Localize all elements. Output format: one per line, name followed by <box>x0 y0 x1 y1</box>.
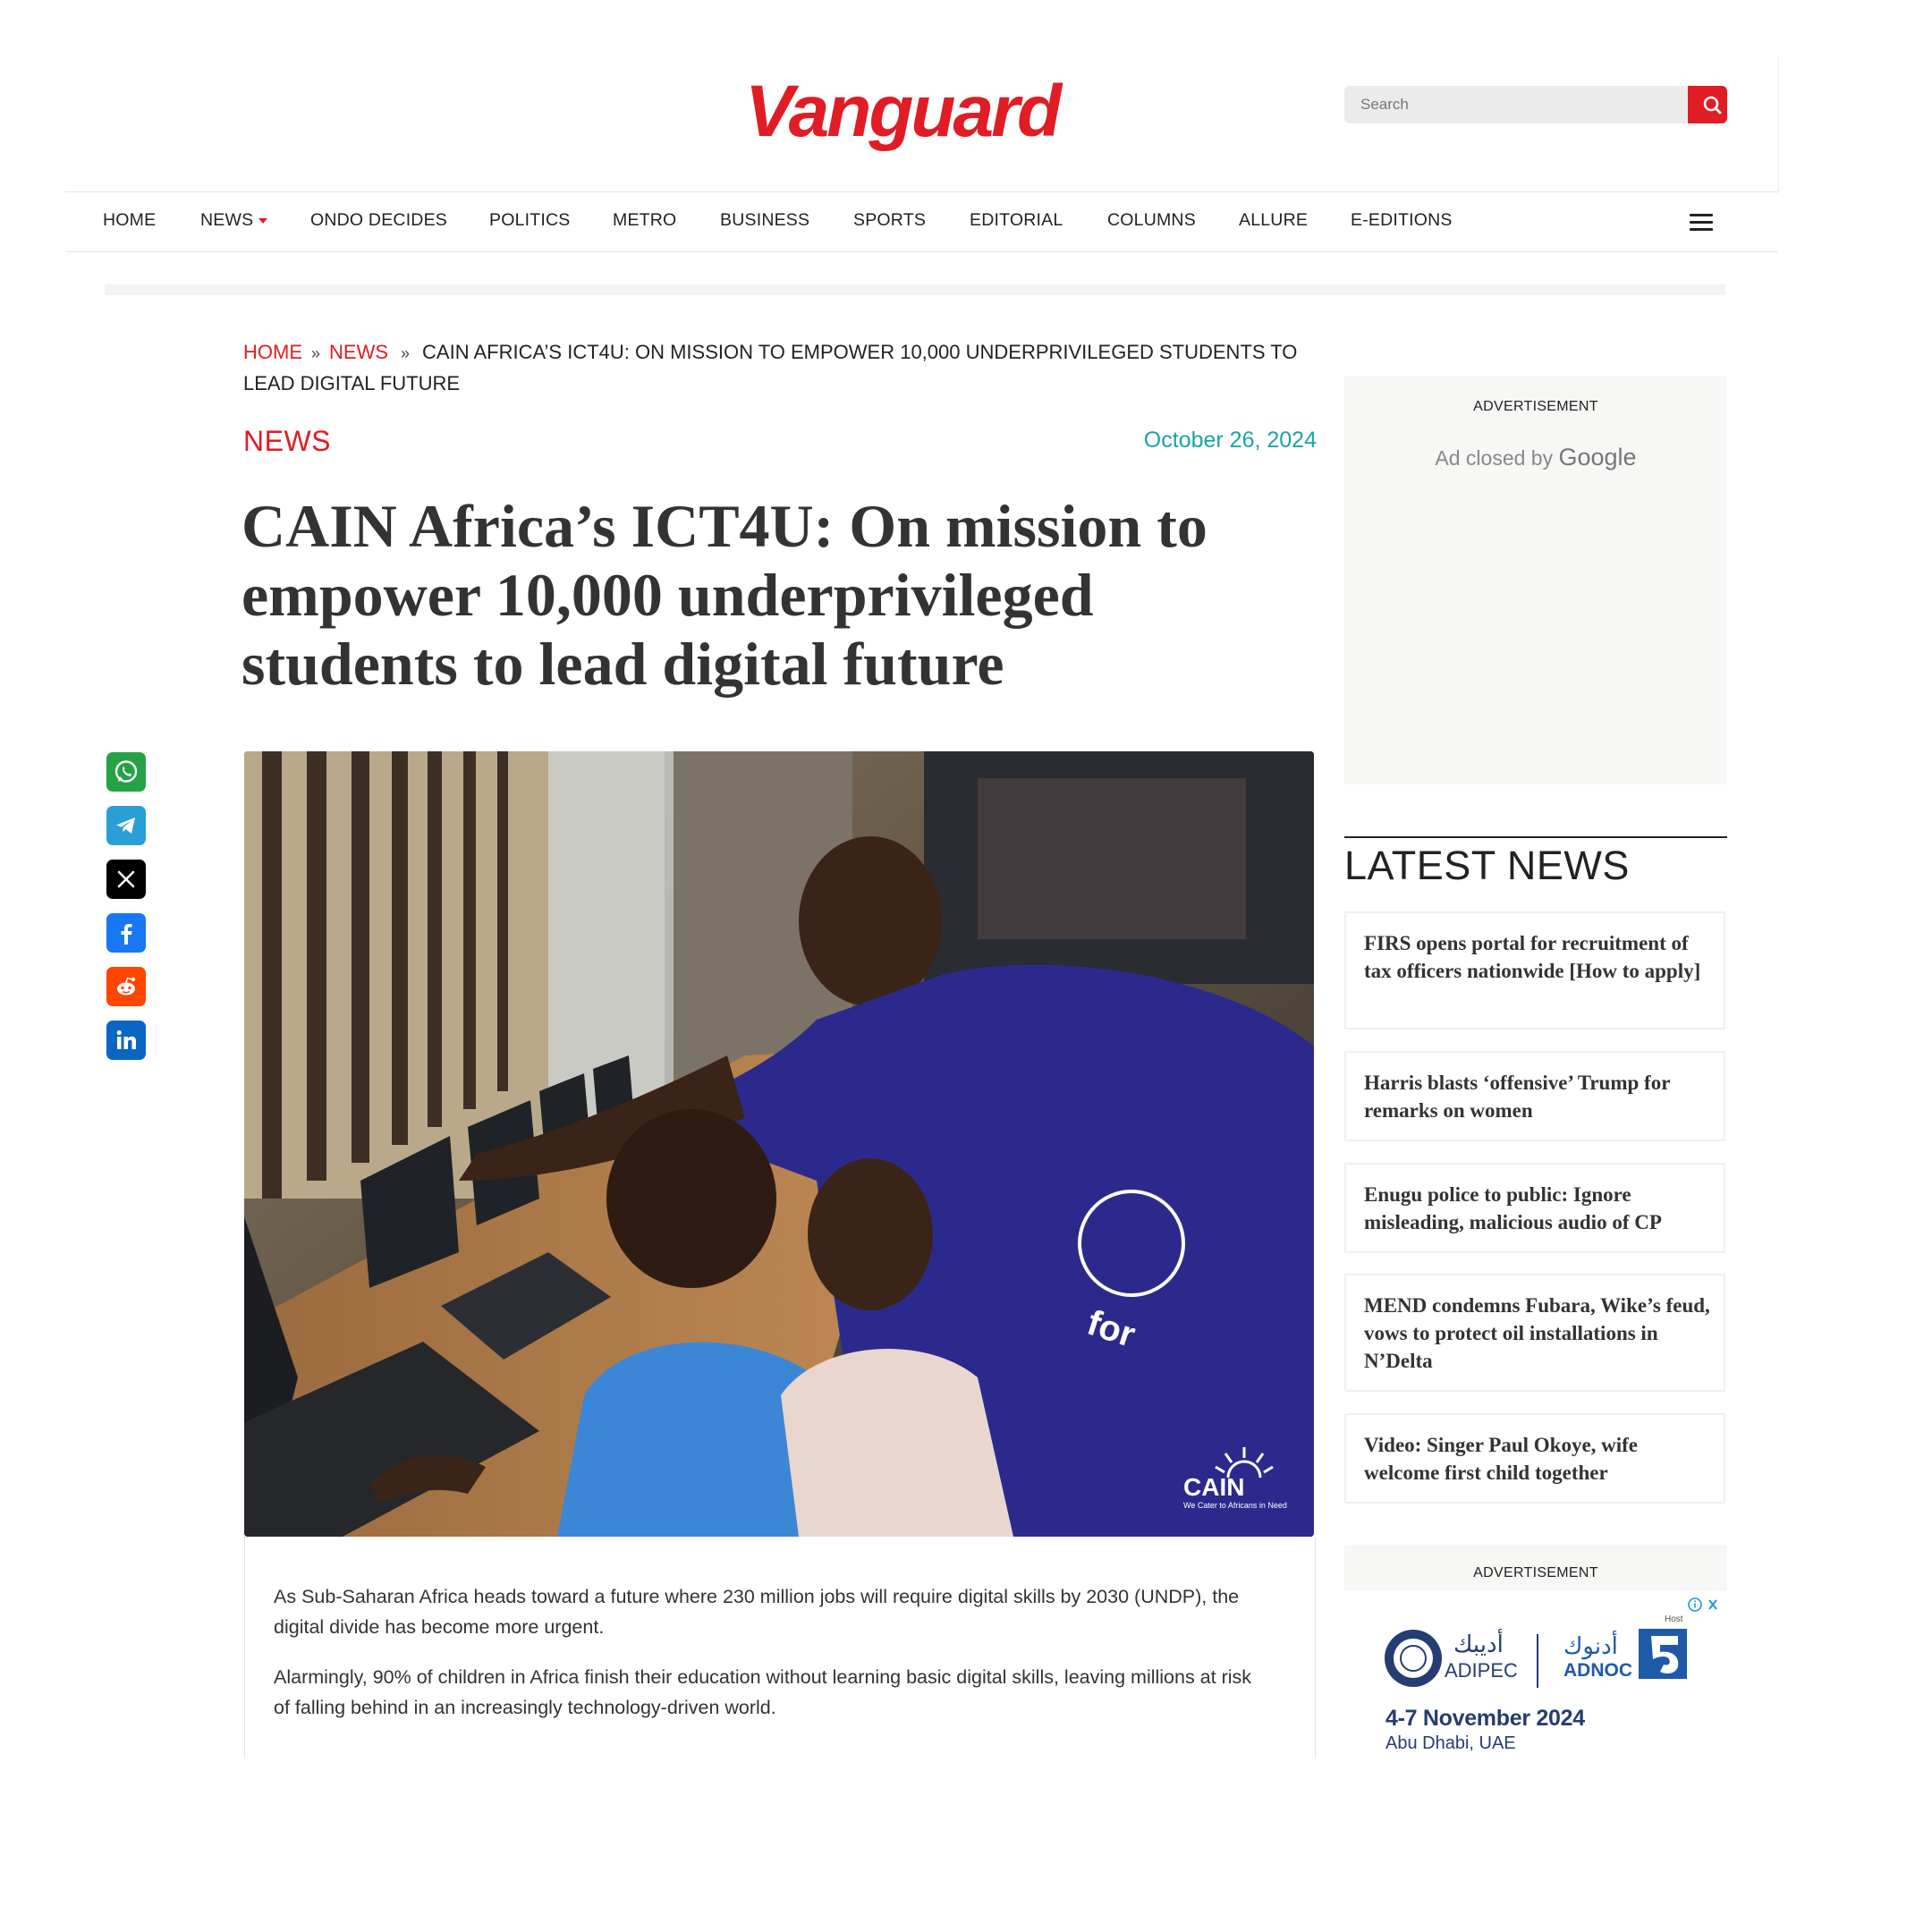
nav-columns[interactable]: COLUMNS <box>1107 211 1196 230</box>
x-icon <box>117 870 135 888</box>
search-box <box>1344 86 1727 123</box>
nav-home[interactable]: HOME <box>103 211 156 230</box>
facebook-share-button[interactable] <box>106 913 146 953</box>
linkedin-share-button[interactable] <box>106 1021 146 1060</box>
nav-editorial[interactable]: EDITORIAL <box>970 211 1063 230</box>
latest-news-link[interactable]: Video: Singer Paul Okoye, wife welcome f… <box>1364 1431 1713 1487</box>
nav-ondo-decides[interactable]: ONDO DECIDES <box>310 211 447 230</box>
nav-allure[interactable]: ALLURE <box>1239 211 1308 230</box>
breadcrumb-news[interactable]: NEWS <box>329 341 388 363</box>
ad-divider <box>1537 1634 1538 1688</box>
article-body: As Sub-Saharan Africa heads toward a fut… <box>244 1537 1316 1758</box>
latest-news-item[interactable]: Video: Singer Paul Okoye, wife welcome f… <box>1344 1413 1725 1504</box>
latest-news-item[interactable]: Harris blasts ‘offensive’ Trump for rema… <box>1344 1051 1725 1141</box>
cain-logo: CAIN <box>1183 1473 1244 1501</box>
latest-news-rule <box>1344 836 1727 838</box>
telegram-share-button[interactable] <box>106 806 146 845</box>
adipec-label: ADIPEC <box>1445 1659 1518 1682</box>
article-paragraph: Alarmingly, 90% of children in Africa fi… <box>274 1666 1252 1718</box>
article-paragraph: As Sub-Saharan Africa heads toward a fut… <box>274 1586 1240 1638</box>
adnoc-label: ADNOC <box>1563 1660 1632 1681</box>
breadcrumb-separator: » <box>311 344 321 362</box>
adipec-arabic: أديبك <box>1453 1631 1504 1657</box>
site-logo[interactable]: Vanguard <box>745 75 1062 148</box>
facebook-icon <box>121 924 132 945</box>
reddit-share-button[interactable] <box>106 967 146 1006</box>
adnoc-arabic: أدنوك <box>1563 1632 1618 1659</box>
breadcrumb: HOME» NEWS» CAIN AFRICA’S ICT4U: ON MISSIO… <box>243 337 1326 399</box>
breadcrumb-separator: » <box>401 344 411 362</box>
whatsapp-share-button[interactable] <box>106 752 146 792</box>
latest-news-link[interactable]: Harris blasts ‘offensive’ Trump for rema… <box>1364 1069 1713 1124</box>
latest-news-item[interactable]: MEND condemns Fubara, Wike’s feud, vows … <box>1344 1274 1725 1392</box>
event-location: Abu Dhabi, UAE <box>1385 1733 1516 1753</box>
x-share-button[interactable] <box>106 860 146 899</box>
article-hero-image: for CAIN We Cater to Africans in Need <box>244 751 1314 1537</box>
hero-photo: for CAIN We Cater to Africans in Need <box>244 751 1314 1537</box>
whatsapp-icon <box>114 760 138 783</box>
search-icon <box>1703 96 1722 114</box>
nav-business[interactable]: BUSINESS <box>720 211 809 230</box>
search-button[interactable] <box>1688 86 1727 123</box>
latest-news-item[interactable]: Enugu police to public: Ignore misleadin… <box>1344 1163 1725 1253</box>
nav-news[interactable]: NEWS <box>200 210 268 230</box>
menu-icon[interactable] <box>1690 214 1713 232</box>
header-divider <box>105 284 1725 295</box>
advertisement-slot: ADVERTISEMENT Ad closed by Google <box>1344 376 1727 784</box>
linkedin-icon <box>116 1030 136 1049</box>
ad-header: ADVERTISEMENT <box>1344 1545 1727 1591</box>
adipec-logo-icon <box>1385 1630 1442 1687</box>
latest-news-heading: LATEST NEWS <box>1344 843 1630 888</box>
telegram-icon <box>116 818 135 834</box>
latest-news-item[interactable]: FIRS opens portal for recruitment of tax… <box>1344 911 1725 1030</box>
adchoices-icon[interactable] <box>1688 1597 1720 1613</box>
nav-sports[interactable]: SPORTS <box>853 211 926 230</box>
latest-news-link[interactable]: FIRS opens portal for recruitment of tax… <box>1364 929 1713 985</box>
ad-closed-text: Ad closed by <box>1435 446 1554 470</box>
host-label: Host <box>1665 1614 1683 1624</box>
ad-label: ADVERTISEMENT <box>1473 399 1598 414</box>
nav-e-editions[interactable]: E-EDITIONS <box>1351 211 1453 230</box>
article-date: October 26, 2024 <box>1143 428 1317 453</box>
article-headline: CAIN Africa’s ICT4U: On mission to empow… <box>242 492 1208 698</box>
cain-logo-tagline: We Cater to Africans in Need <box>1183 1501 1287 1510</box>
event-dates: 4-7 November 2024 <box>1385 1706 1585 1731</box>
article-category[interactable]: NEWS <box>243 427 331 455</box>
nav-news-label: NEWS <box>200 210 254 230</box>
caret-down-icon <box>258 217 268 224</box>
ad-closed-notice: Ad closed by Google <box>1344 444 1727 471</box>
adnoc-logo-icon <box>1639 1629 1687 1679</box>
nav-politics[interactable]: POLITICS <box>489 211 570 230</box>
breadcrumb-home[interactable]: HOME <box>243 341 302 363</box>
adipec-advertisement[interactable]: ADVERTISEMENT أديبك ADIPEC أدنوك ADNOC H… <box>1344 1545 1727 1759</box>
ad-label: ADVERTISEMENT <box>1473 1565 1598 1580</box>
site-header: Vanguard <box>65 57 1779 193</box>
google-logo: Google <box>1558 444 1637 470</box>
latest-news-link[interactable]: MEND condemns Fubara, Wike’s feud, vows … <box>1364 1292 1713 1375</box>
nav-metro[interactable]: METRO <box>613 211 676 230</box>
reddit-icon <box>117 977 136 996</box>
latest-news-link[interactable]: Enugu police to public: Ignore misleadin… <box>1364 1181 1713 1236</box>
main-nav: HOME NEWS ONDO DECIDES POLITICS METRO BU… <box>65 191 1778 252</box>
search-input[interactable] <box>1344 86 1684 123</box>
